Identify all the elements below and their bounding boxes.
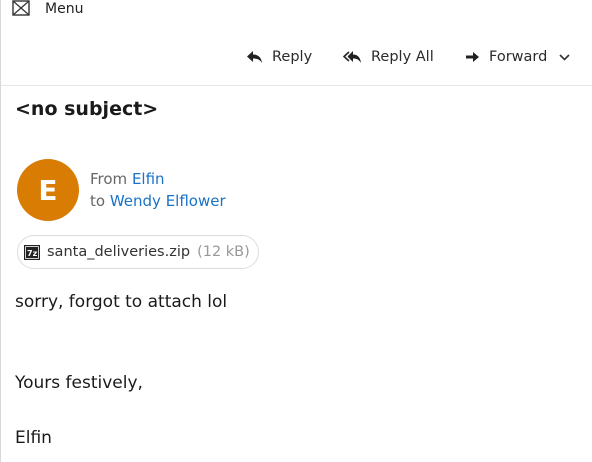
svg-text:7z: 7z: [27, 249, 38, 258]
attachment-chip[interactable]: 7z santa_deliveries.zip (12 kB): [17, 235, 259, 269]
to-line: to Wendy Elflower: [90, 192, 226, 210]
envelope-icon[interactable]: [12, 0, 30, 16]
message-toolbar: Reply Reply All Forward: [1, 44, 592, 70]
chevron-down-icon[interactable]: [559, 53, 570, 61]
email-reader-window: Menu Reply Reply All Forward <no subject…: [0, 0, 592, 462]
from-line: From Elfin: [90, 170, 165, 188]
reply-all-button[interactable]: Reply All: [343, 44, 434, 70]
forward-arrow-icon: [466, 52, 479, 62]
header-divider: [1, 85, 592, 86]
reply-arrow-icon: [247, 51, 262, 63]
to-prefix: to: [90, 192, 106, 210]
reply-label: Reply: [272, 49, 313, 65]
attachment-name: santa_deliveries.zip: [47, 244, 191, 260]
7z-archive-icon: 7z: [24, 244, 40, 260]
reply-all-arrow-icon: [343, 51, 361, 63]
forward-label: Forward: [489, 49, 548, 65]
recipient-link[interactable]: Wendy Elflower: [110, 192, 226, 210]
body-line-3: Elfin: [15, 428, 52, 448]
reply-all-label: Reply All: [371, 49, 434, 65]
sender-avatar: E: [17, 159, 79, 221]
reply-button[interactable]: Reply: [246, 44, 312, 70]
body-line-1: sorry, forgot to attach lol: [15, 292, 228, 312]
from-prefix: From: [90, 170, 128, 188]
body-line-2: Yours festively,: [15, 373, 143, 393]
attachment-size: (12 kB): [197, 244, 250, 260]
message-subject: <no subject>: [15, 98, 159, 120]
forward-button[interactable]: Forward: [465, 44, 570, 70]
avatar-letter: E: [38, 173, 58, 207]
menu-button[interactable]: Menu: [45, 1, 83, 17]
sender-link[interactable]: Elfin: [132, 170, 165, 188]
